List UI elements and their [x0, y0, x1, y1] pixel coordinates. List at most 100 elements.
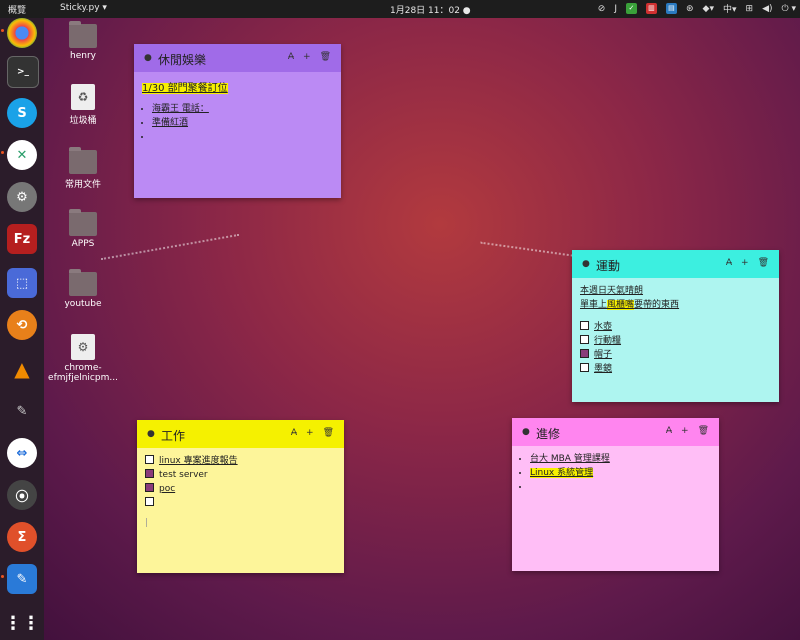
delete-note-icon[interactable]: 🗑	[698, 426, 709, 436]
desktop-icon-youtube[interactable]: youtube	[51, 269, 115, 309]
running-indicator	[1, 29, 4, 32]
vlc-icon[interactable]: ▲	[7, 354, 37, 384]
color-drop-icon[interactable]: ●	[147, 429, 155, 439]
note-header[interactable]: ● 運動 A̶ + 🗑	[572, 250, 779, 278]
add-note-icon[interactable]: +	[741, 258, 749, 268]
sticky-note-leisure[interactable]: ● 休閒娛樂 A̶ + 🗑 1/30 部門聚餐訂位 海霸王 電話： 準備紅酒	[134, 44, 341, 198]
activities-button[interactable]: 概覽	[8, 3, 26, 16]
app-menu[interactable]: Sticky.py ▾	[60, 3, 107, 13]
delete-note-icon[interactable]: 🗑	[320, 52, 331, 62]
skype-icon[interactable]: S	[7, 98, 37, 128]
top-bar: 概覽 Sticky.py ▾ 1月28日 11：02 ● ⊘ J ✓ ▥ ▤ ⊛…	[0, 0, 800, 18]
running-indicator	[1, 575, 4, 578]
checklist-item[interactable]: 帽子	[580, 348, 771, 362]
tray-icon[interactable]: ▥	[645, 3, 657, 14]
checklist-item[interactable]: linux 專案進度報告	[145, 454, 336, 468]
add-note-icon[interactable]: +	[303, 52, 311, 62]
sticky-note-study[interactable]: ● 進修 A̶ + 🗑 台大 MBA 管理課程 Linux 系統管理	[512, 418, 719, 571]
tray-icon[interactable]: ✓	[625, 3, 637, 14]
color-drop-icon[interactable]: ●	[144, 53, 152, 63]
sticky-notes-icon[interactable]: ✕	[7, 140, 37, 170]
desktop-icon-documents[interactable]: 常用文件	[51, 147, 115, 190]
checkbox[interactable]	[580, 363, 589, 372]
note-text-line: 本週日天氣晴朗	[580, 286, 644, 296]
checkbox-checked[interactable]	[145, 469, 154, 478]
checklist-item[interactable]: 行動糧	[580, 334, 771, 348]
show-apps-icon[interactable]: ⋮⋮	[4, 608, 40, 638]
checkbox[interactable]	[580, 321, 589, 330]
network-icon[interactable]: ⊞	[746, 4, 754, 14]
clock[interactable]: 1月28日 11：02 ●	[390, 3, 471, 16]
checklist-item[interactable]: 墨鏡	[580, 362, 771, 376]
delete-note-icon[interactable]: 🗑	[758, 258, 769, 268]
checklist-item[interactable]: poc	[145, 482, 336, 496]
note-header[interactable]: ● 工作 A̶ + 🗑	[137, 420, 344, 448]
font-style-icon[interactable]: A̶	[291, 428, 297, 438]
running-indicator	[1, 151, 4, 154]
font-style-icon[interactable]: A̶	[666, 426, 672, 436]
note-body[interactable]: 1/30 部門聚餐訂位 海霸王 電話： 準備紅酒	[134, 72, 341, 150]
note-header[interactable]: ● 進修 A̶ + 🗑	[512, 418, 719, 446]
screenshot-icon[interactable]: ⬚	[7, 268, 37, 298]
note-body[interactable]: 本週日天氣晴朗 單車上風櫃嘴要帶的東西 水壺 行動糧 帽子 墨鏡	[572, 278, 779, 382]
font-style-icon[interactable]: A̶	[288, 52, 294, 62]
highlighted-text: 風櫃嘴	[607, 300, 635, 310]
app-icon[interactable]: Σ	[7, 522, 37, 552]
note-title[interactable]: 休閒娛樂	[158, 51, 206, 68]
location-icon[interactable]: ⦿	[7, 480, 37, 510]
tray-icon[interactable]: ⊘	[598, 4, 606, 14]
text-editor-icon[interactable]: ✎	[7, 564, 37, 594]
sticky-note-work[interactable]: ● 工作 A̶ + 🗑 linux 專案進度報告 test server poc…	[137, 420, 344, 573]
teamviewer-icon[interactable]: ⇔	[7, 438, 37, 468]
checkbox[interactable]	[580, 335, 589, 344]
input-method-indicator[interactable]: 中▾	[723, 2, 737, 15]
tray-icon[interactable]: ◆▾	[703, 4, 714, 14]
desktop-icon-home[interactable]: henry	[51, 21, 115, 61]
trash-icon: ♻	[71, 84, 95, 110]
terminal-icon[interactable]: >_	[7, 56, 39, 88]
note-header[interactable]: ● 休閒娛樂 A̶ + 🗑	[134, 44, 341, 72]
checkbox-checked[interactable]	[580, 349, 589, 358]
chrome-icon[interactable]	[7, 18, 37, 48]
note-body[interactable]: 台大 MBA 管理課程 Linux 系統管理	[512, 446, 719, 500]
gimp-icon[interactable]: ✎	[7, 396, 37, 426]
note-heading: 1/30 部門聚餐訂位	[142, 83, 228, 94]
delete-note-icon[interactable]: 🗑	[323, 428, 334, 438]
note-text-line: 單車上風櫃嘴要帶的東西	[580, 300, 680, 310]
filezilla-icon[interactable]: Fz	[7, 224, 37, 254]
desktop-icon-trash[interactable]: ♻ 垃圾桶	[51, 84, 115, 126]
settings-icon[interactable]: ⚙	[7, 182, 37, 212]
list-item: 台大 MBA 管理課程	[530, 452, 711, 466]
note-body[interactable]: linux 專案進度報告 test server poc |	[137, 448, 344, 536]
add-note-icon[interactable]: +	[681, 426, 689, 436]
font-style-icon[interactable]: A̶	[726, 258, 732, 268]
add-note-icon[interactable]: +	[306, 428, 314, 438]
color-drop-icon[interactable]: ●	[582, 259, 590, 269]
volume-icon[interactable]: ◀)	[762, 4, 772, 14]
color-drop-icon[interactable]: ●	[522, 427, 530, 437]
list-item: Linux 系統管理	[530, 466, 711, 480]
tray-icon[interactable]: J	[614, 4, 617, 14]
gear-icon: ⚙	[71, 334, 95, 360]
tray-icon[interactable]: ⊛	[686, 4, 694, 14]
list-item: 海霸王 電話：	[152, 102, 333, 116]
desktop-icon-chrome-app[interactable]: ⚙ chrome-efmjfjelnicpm...	[46, 334, 120, 383]
list-item: 準備紅酒	[152, 116, 333, 130]
checkbox[interactable]	[145, 455, 154, 464]
note-title[interactable]: 進修	[536, 425, 560, 442]
tray-icon[interactable]: ▤	[665, 3, 677, 14]
bucket-icon[interactable]: ⟲	[7, 310, 37, 340]
checklist-item[interactable]	[145, 496, 336, 510]
text-cursor: |	[145, 518, 149, 528]
desktop-icon-apps[interactable]: APPS	[51, 209, 115, 249]
sticky-note-sport[interactable]: ● 運動 A̶ + 🗑 本週日天氣晴朗 單車上風櫃嘴要帶的東西 水壺 行動糧 帽…	[572, 250, 779, 402]
checklist-item[interactable]: test server	[145, 468, 336, 482]
checkbox-checked[interactable]	[145, 483, 154, 492]
home-folder-icon	[69, 21, 97, 48]
checkbox[interactable]	[145, 497, 154, 506]
power-icon[interactable]: ⏻ ▾	[782, 4, 797, 14]
note-title[interactable]: 工作	[161, 427, 185, 444]
checklist-item[interactable]: 水壺	[580, 320, 771, 334]
dock: >_ S ✕ ⚙ Fz ⬚ ⟲ ▲ ✎ ⇔ ⦿ Σ ✎ ⋮⋮	[0, 18, 44, 640]
note-title[interactable]: 運動	[596, 257, 620, 274]
